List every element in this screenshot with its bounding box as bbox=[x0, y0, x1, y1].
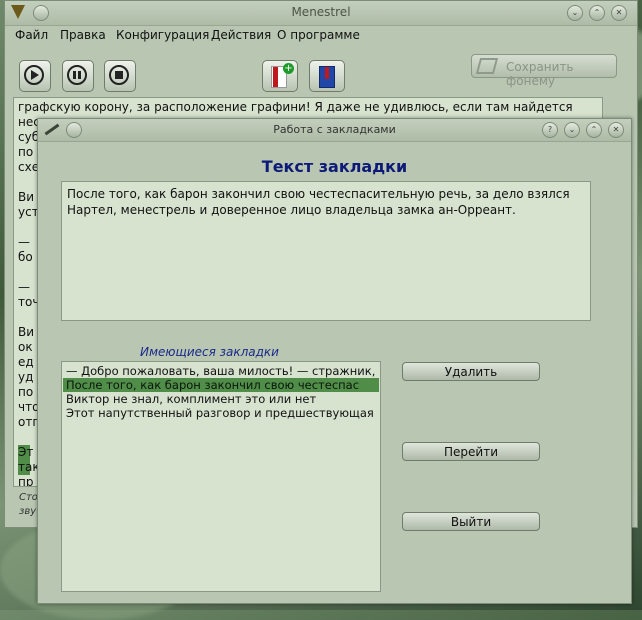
bookmark-text-area[interactable]: После того, как барон закончил свою чест… bbox=[61, 181, 591, 321]
menu-about[interactable]: О программе bbox=[277, 28, 360, 42]
status-line: зву bbox=[19, 506, 37, 517]
bookmarks-icon bbox=[319, 66, 335, 88]
exit-button[interactable]: Выйти bbox=[402, 512, 540, 531]
close-button[interactable]: ✕ bbox=[611, 5, 627, 21]
window-title: Menestrel bbox=[291, 5, 351, 19]
list-item-selected[interactable]: После того, как барон закончил свою чест… bbox=[63, 378, 379, 392]
bookmarks-button[interactable] bbox=[309, 60, 345, 92]
dialog-titlebar[interactable]: Работа с закладками ? ⌄ ⌃ ✕ bbox=[38, 119, 631, 142]
save-phoneme-icon bbox=[475, 58, 499, 74]
play-icon bbox=[24, 65, 44, 85]
minimize-button[interactable]: ⌄ bbox=[567, 5, 583, 21]
stop-icon bbox=[109, 65, 129, 85]
goto-button[interactable]: Перейти bbox=[402, 442, 540, 461]
text-line-highlighted: так bbox=[18, 460, 40, 475]
menubar: Файл Правка Конфигурация Действия О прог… bbox=[5, 26, 637, 46]
plus-icon: + bbox=[283, 63, 294, 74]
text-line-highlighted: Эт bbox=[18, 445, 34, 460]
menu-edit[interactable]: Правка bbox=[60, 28, 106, 42]
play-button[interactable] bbox=[19, 60, 51, 92]
status-line: Сто bbox=[19, 492, 38, 503]
list-item[interactable]: Этот напутственный разговор и предшеству… bbox=[63, 406, 379, 420]
menu-actions[interactable]: Действия bbox=[211, 28, 271, 42]
delete-button[interactable]: Удалить bbox=[402, 362, 540, 381]
dialog-close-button[interactable]: ✕ bbox=[608, 122, 624, 138]
main-titlebar[interactable]: Menestrel ⌄ ⌃ ✕ bbox=[5, 1, 637, 26]
help-button[interactable]: ? bbox=[542, 122, 558, 138]
save-phoneme-button[interactable]: Сохранить фонему bbox=[471, 54, 617, 88]
pause-icon bbox=[67, 65, 87, 85]
dialog-maximize-button[interactable]: ⌃ bbox=[586, 122, 602, 138]
bookmarks-list-label: Имеющиеся закладки bbox=[140, 345, 279, 359]
bookmarks-dialog: Работа с закладками ? ⌄ ⌃ ✕ Текст заклад… bbox=[37, 118, 632, 604]
status-bar: Сто зву bbox=[19, 491, 38, 519]
menu-file[interactable]: Файл bbox=[15, 28, 48, 42]
pause-button[interactable] bbox=[62, 60, 94, 92]
list-item[interactable]: Виктор не знал, комплимент это или нет bbox=[63, 392, 379, 406]
menu-config[interactable]: Конфигурация bbox=[116, 28, 209, 42]
save-phoneme-label: Сохранить фонему bbox=[506, 60, 574, 88]
add-bookmark-button[interactable]: + bbox=[262, 60, 298, 92]
stop-button[interactable] bbox=[104, 60, 136, 92]
dialog-minimize-button[interactable]: ⌄ bbox=[564, 122, 580, 138]
bookmarks-list[interactable]: — Добро пожаловать, ваша милость! — стра… bbox=[61, 361, 381, 592]
maximize-button[interactable]: ⌃ bbox=[589, 5, 605, 21]
list-item[interactable]: — Добро пожаловать, ваша милость! — стра… bbox=[63, 364, 379, 378]
toolbar: + Сохранить фонему bbox=[5, 46, 637, 92]
bookmark-text-heading: Текст закладки bbox=[261, 157, 408, 176]
